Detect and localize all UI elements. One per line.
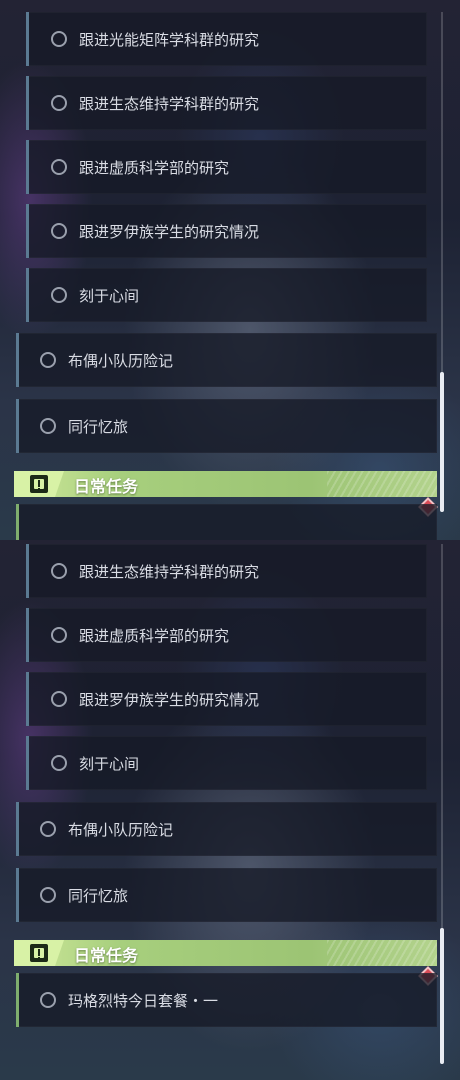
quest-status-circle-icon	[40, 821, 56, 837]
header-decoration	[327, 471, 437, 497]
quest-item-memory-journey[interactable]: 同行忆旅	[16, 868, 437, 922]
quest-label: 刻于心间	[79, 286, 140, 305]
quest-label: 跟进虚质科学部的研究	[79, 626, 230, 645]
quest-item-ecology[interactable]: 跟进生态维持学科群的研究	[26, 544, 427, 598]
quest-label: 玛格烈特今日套餐・一	[68, 991, 219, 1010]
quest-label: 跟进虚质科学部的研究	[79, 158, 230, 177]
quest-item-light-matrix[interactable]: 跟进光能矩阵学科群的研究	[26, 12, 427, 66]
exclamation-box-icon	[14, 940, 64, 966]
quest-list-panel-top: 跟进光能矩阵学科群的研究 跟进生态维持学科群的研究 跟进虚质科学部的研究 跟进罗…	[0, 0, 460, 540]
quest-label: 跟进生态维持学科群的研究	[79, 94, 260, 113]
quest-item-roy-students[interactable]: 跟进罗伊族学生的研究情况	[26, 672, 427, 726]
quest-item-memory-journey[interactable]: 同行忆旅	[16, 399, 437, 453]
quest-status-circle-icon	[51, 755, 67, 771]
daily-quests-header[interactable]: 日常任务	[14, 471, 437, 497]
quest-status-circle-icon	[51, 95, 67, 111]
quest-item-roy-students[interactable]: 跟进罗伊族学生的研究情况	[26, 204, 427, 258]
exclamation-box-icon	[14, 471, 64, 497]
quest-status-circle-icon	[51, 159, 67, 175]
scrollbar-thumb[interactable]	[440, 928, 444, 1064]
quest-status-circle-icon	[40, 418, 56, 434]
daily-quests-title: 日常任务	[74, 946, 139, 965]
quest-status-circle-icon	[40, 992, 56, 1008]
quest-label: 布偶小队历险记	[68, 820, 174, 839]
scrollbar-thumb[interactable]	[440, 372, 444, 512]
quest-status-circle-icon	[40, 887, 56, 903]
quest-status-circle-icon	[40, 352, 56, 368]
quest-item-imaginary-science[interactable]: 跟进虚质科学部的研究	[26, 608, 427, 662]
quest-label: 跟进罗伊族学生的研究情况	[79, 690, 260, 709]
quest-label: 跟进生态维持学科群的研究	[79, 562, 260, 581]
header-decoration	[327, 940, 437, 966]
daily-quest-item-partial[interactable]	[16, 504, 437, 540]
quest-list-panel-bottom: 跟进生态维持学科群的研究 跟进虚质科学部的研究 跟进罗伊族学生的研究情况 刻于心…	[0, 540, 460, 1080]
quest-status-circle-icon	[51, 691, 67, 707]
quest-status-circle-icon	[51, 223, 67, 239]
quest-label: 布偶小队历险记	[68, 351, 174, 370]
quest-item-imaginary-science[interactable]: 跟进虚质科学部的研究	[26, 140, 427, 194]
quest-status-circle-icon	[51, 627, 67, 643]
daily-quest-item-margaret-set[interactable]: 玛格烈特今日套餐・一	[16, 973, 437, 1027]
quest-item-plush-squad[interactable]: 布偶小队历险记	[16, 802, 437, 856]
daily-quests-header[interactable]: 日常任务	[14, 940, 437, 966]
quest-label: 跟进光能矩阵学科群的研究	[79, 30, 260, 49]
quest-label: 同行忆旅	[68, 886, 129, 905]
quest-status-circle-icon	[51, 563, 67, 579]
quest-item-engraved-heart[interactable]: 刻于心间	[26, 268, 427, 322]
quest-item-ecology[interactable]: 跟进生态维持学科群的研究	[26, 76, 427, 130]
quest-label: 跟进罗伊族学生的研究情况	[79, 222, 260, 241]
quest-status-circle-icon	[51, 31, 67, 47]
quest-label: 同行忆旅	[68, 417, 129, 436]
quest-item-engraved-heart[interactable]: 刻于心间	[26, 736, 427, 790]
quest-item-plush-squad[interactable]: 布偶小队历险记	[16, 333, 437, 387]
quest-status-circle-icon	[51, 287, 67, 303]
daily-quests-title: 日常任务	[74, 477, 139, 496]
quest-label: 刻于心间	[79, 754, 140, 773]
